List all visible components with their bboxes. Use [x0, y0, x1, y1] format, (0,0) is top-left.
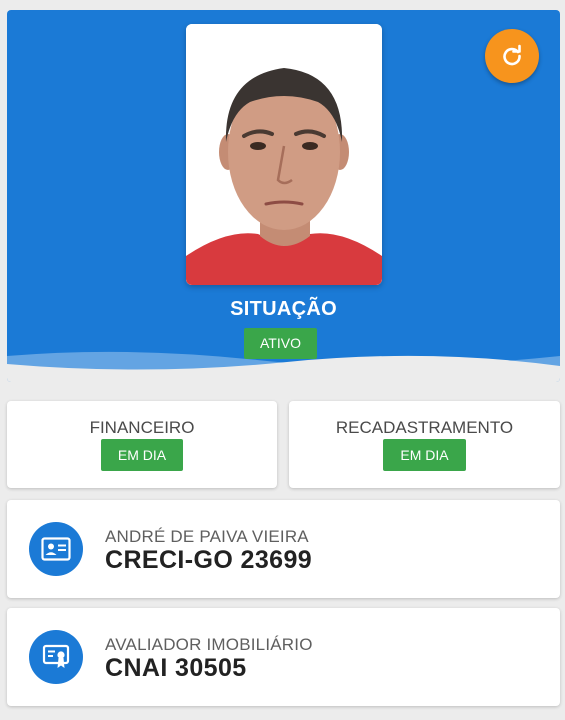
recadastramento-label: RECADASTRAMENTO	[335, 418, 514, 437]
certificate-icon	[29, 630, 83, 684]
cnai-card: AVALIADOR IMOBILIÁRIO CNAI 30505	[7, 608, 560, 706]
financeiro-label: FINANCEIRO	[89, 418, 195, 437]
profile-header: SITUAÇÃO ATIVO	[7, 10, 560, 382]
agent-name: ANDRÉ DE PAIVA VIEIRA	[105, 527, 309, 546]
recadastramento-card: RECADASTRAMENTO EM DIA	[289, 401, 560, 488]
situacao-title: SITUAÇÃO	[230, 298, 337, 320]
creci-number: CRECI-GO 23699	[105, 546, 313, 574]
refresh-icon	[503, 44, 521, 66]
financeiro-card: FINANCEIRO EM DIA	[7, 401, 277, 488]
id-card-icon	[29, 522, 83, 576]
creci-card: ANDRÉ DE PAIVA VIEIRA CRECI-GO 23699	[7, 500, 560, 598]
header-wave	[7, 351, 560, 382]
role-title: AVALIADOR IMOBILIÁRIO	[105, 635, 313, 654]
recadastramento-status-badge: EM DIA	[383, 439, 466, 471]
portrait-image	[186, 24, 382, 285]
profile-photo	[186, 24, 382, 285]
financeiro-status-badge: EM DIA	[100, 439, 184, 471]
refresh-button[interactable]	[485, 29, 539, 83]
cnai-number: CNAI 30505	[105, 654, 247, 682]
